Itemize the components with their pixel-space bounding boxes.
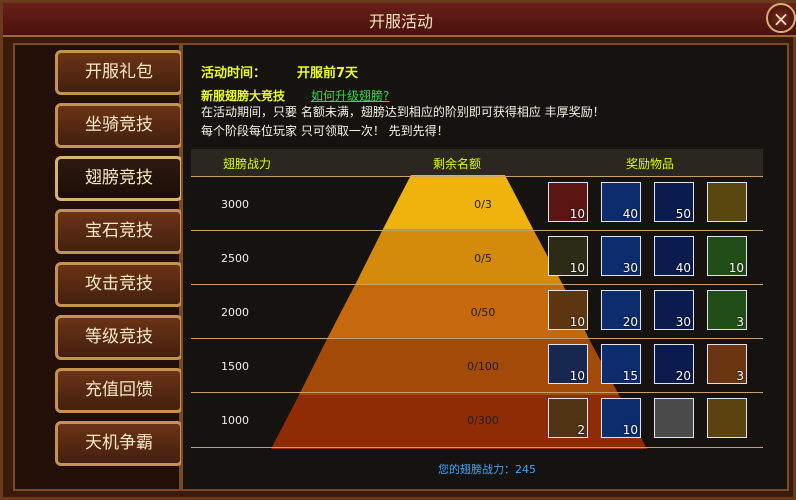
blue-orb-icon[interactable]: 20 <box>654 344 694 384</box>
tab-opening-gift[interactable]: 开服礼包 <box>55 50 183 95</box>
reward-row-1000: 1000 0/300 2 10 <box>191 392 763 448</box>
item-qty: 2 <box>577 423 585 437</box>
row-remaining: 0/3 <box>474 198 492 211</box>
red-gem-icon[interactable]: 10 <box>548 182 588 222</box>
row-power: 1000 <box>221 414 249 427</box>
row-remaining: 0/5 <box>474 252 492 265</box>
content-panel: 活动时间： 开服前7天 新服翅膀大竞技 如何升级翅膀? 在活动期间，只要 名额未… <box>181 43 789 491</box>
row-power: 2500 <box>221 252 249 265</box>
item-qty: 10 <box>569 261 585 275</box>
blue-orb-icon[interactable]: 40 <box>654 236 694 276</box>
event-title: 新服翅膀大竞技 <box>201 89 286 103</box>
tab-mount-competition[interactable]: 坐骑竞技 <box>55 103 183 148</box>
tab-tianji-battle[interactable]: 天机争霸 <box>55 421 183 466</box>
upgrade-link[interactable]: 如何升级翅膀? <box>311 87 389 104</box>
item-qty: 30 <box>622 261 638 275</box>
item-qty: 3 <box>736 369 744 383</box>
item-qty: 3 <box>736 315 744 329</box>
window-title: 开服活动 <box>368 12 433 31</box>
item-qty: 20 <box>622 315 638 329</box>
row-remaining: 0/100 <box>467 360 499 373</box>
row-remaining: 0/300 <box>467 414 499 427</box>
blue-orb-icon[interactable]: 30 <box>654 290 694 330</box>
blue-comet-icon[interactable]: 30 <box>601 236 641 276</box>
event-description-1: 在活动期间，只要 名额未满，翅膀达到相应的阶别即可获得相应 丰厚奖励！ <box>201 105 605 119</box>
column-power: 翅膀战力 <box>223 157 272 171</box>
blue-orb-icon[interactable]: 50 <box>654 182 694 222</box>
blue-feather-icon[interactable]: 10 <box>548 344 588 384</box>
tab-recharge-rewards[interactable]: 充值回馈 <box>55 368 183 413</box>
row-remaining: 0/50 <box>470 306 496 319</box>
golden-spear-icon[interactable]: 2 <box>548 398 588 438</box>
green-orb-icon[interactable]: 3 <box>707 290 747 330</box>
item-qty: 10 <box>569 315 585 329</box>
row-power: 2000 <box>221 306 249 319</box>
blue-comet-icon[interactable]: 40 <box>601 182 641 222</box>
column-rewards: 奖励物品 <box>626 157 675 171</box>
item-qty: 10 <box>622 423 638 437</box>
activity-time-value: 开服前7天 <box>297 66 359 81</box>
gold-ingot-icon[interactable] <box>707 398 747 438</box>
reward-row-3000: 3000 0/3 10 40 50 <box>191 176 763 231</box>
reward-row-2000: 2000 0/50 10 20 30 3 <box>191 284 763 339</box>
reward-row-2500: 2500 0/5 10 30 40 10 <box>191 230 763 285</box>
column-remaining: 剩余名额 <box>433 157 482 171</box>
event-description-2: 每个阶段每位玩家 只可领取一次！ 先到先得！ <box>201 124 449 138</box>
item-qty: 15 <box>622 369 638 383</box>
green-pink-gem-icon[interactable]: 10 <box>548 236 588 276</box>
green-orb-icon[interactable]: 10 <box>707 236 747 276</box>
gold-ring-icon[interactable] <box>707 182 747 222</box>
row-power: 1500 <box>221 360 249 373</box>
activity-time-label: 活动时间： <box>201 66 267 81</box>
tab-gem-competition[interactable]: 宝石竞技 <box>55 209 183 254</box>
item-qty: 10 <box>728 261 744 275</box>
activity-window: 开服活动 × 开服礼包 坐骑竞技 翅膀竞技 宝石竞技 攻击竞技 等级竞技 充值回… <box>0 0 796 500</box>
item-qty: 50 <box>675 207 691 221</box>
tab-panel: 开服礼包 坐骑竞技 翅膀竞技 宝石竞技 攻击竞技 等级竞技 充值回馈 天机争霸 <box>13 43 183 491</box>
silver-bars-icon[interactable] <box>654 398 694 438</box>
close-button[interactable]: × <box>766 3 796 33</box>
tab-wings-competition[interactable]: 翅膀竞技 <box>55 156 183 201</box>
orange-orb-icon[interactable]: 3 <box>707 344 747 384</box>
blue-comet-icon[interactable]: 15 <box>601 344 641 384</box>
item-qty: 40 <box>622 207 638 221</box>
item-qty: 10 <box>569 369 585 383</box>
title-bar: 开服活动 × <box>3 3 796 37</box>
item-qty: 10 <box>569 207 585 221</box>
item-qty: 20 <box>675 369 691 383</box>
blue-comet-icon[interactable]: 10 <box>601 398 641 438</box>
reward-row-1500: 1500 0/100 10 15 20 3 <box>191 338 763 393</box>
blue-comet-icon[interactable]: 20 <box>601 290 641 330</box>
row-power: 3000 <box>221 198 249 211</box>
item-qty: 40 <box>675 261 691 275</box>
gold-flower-icon[interactable]: 10 <box>548 290 588 330</box>
tab-level-competition[interactable]: 等级竞技 <box>55 315 183 360</box>
item-qty: 30 <box>675 315 691 329</box>
tab-attack-competition[interactable]: 攻击竞技 <box>55 262 183 307</box>
wing-power-footer: 您的翅膀战力：245 <box>438 463 536 476</box>
